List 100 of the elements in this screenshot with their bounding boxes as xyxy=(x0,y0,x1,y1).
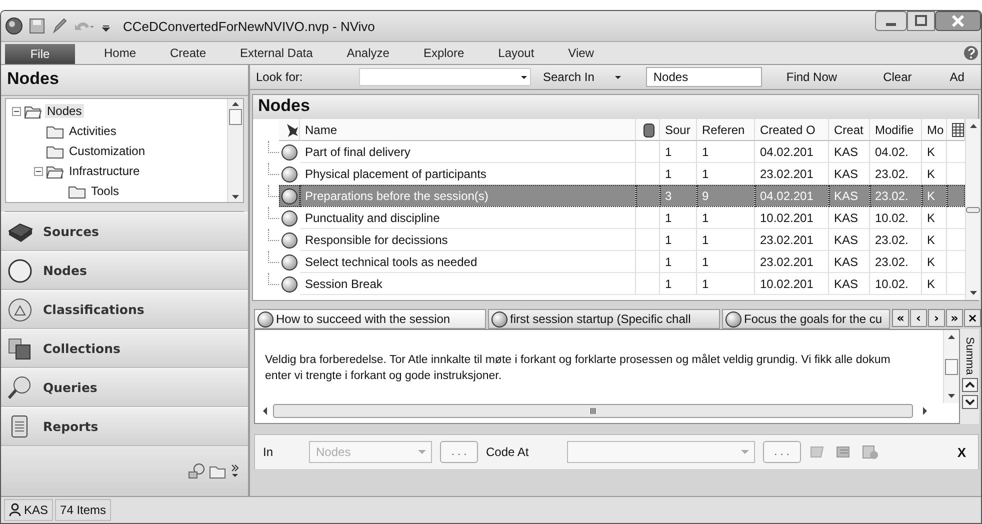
maximize-button[interactable] xyxy=(907,11,935,31)
column-header[interactable]: Created O xyxy=(755,119,829,141)
nav-section[interactable]: Sources xyxy=(43,224,99,239)
column-header[interactable]: Sour xyxy=(660,119,697,141)
tree-item[interactable]: Activities xyxy=(67,124,118,138)
save-icon[interactable] xyxy=(29,18,45,34)
scroll-right-icon[interactable] xyxy=(921,406,929,416)
pin-icon[interactable] xyxy=(284,122,299,138)
tree-item[interactable]: Customization xyxy=(67,144,148,158)
node-icon xyxy=(281,188,298,204)
more-icon[interactable] xyxy=(230,463,240,479)
nav-section[interactable]: Collections xyxy=(43,341,120,356)
folder-icon xyxy=(24,104,42,118)
sphere-icon xyxy=(7,258,33,284)
query-icon[interactable] xyxy=(188,463,206,479)
folder-icon xyxy=(46,164,64,178)
reference-text: Veldig bra forberedelse. Tor Atle innkalte til møte i forkant og forklarte prosessen og målet veldig grundig. Vi fikk alle dokum enter vi trengte i forkant og gode instruksjoner. xyxy=(264,352,892,384)
scroll-thumb[interactable] xyxy=(945,358,958,374)
table-cell: K xyxy=(922,273,947,295)
grid-icon[interactable] xyxy=(952,122,964,136)
table-cell: 10.02. xyxy=(870,273,922,295)
column-header[interactable]: Referen xyxy=(697,119,755,141)
tree-line xyxy=(268,273,279,285)
close-button[interactable]: × xyxy=(964,309,981,327)
scroll-thumb[interactable] xyxy=(229,109,242,125)
table-cell[interactable]: Responsible for decissions xyxy=(300,229,636,251)
file-button[interactable]: File xyxy=(5,44,75,64)
tree-item[interactable]: Infrastructure xyxy=(67,164,142,178)
next-button[interactable]: › xyxy=(928,309,945,327)
ribbon-tab[interactable]: Explore xyxy=(394,42,464,64)
table-cell: 10.02. xyxy=(870,207,922,229)
column-header[interactable]: Modifie xyxy=(870,119,922,141)
clear-button[interactable]: Clear xyxy=(883,70,912,84)
look-for-field[interactable] xyxy=(359,68,531,86)
table-cell: K xyxy=(922,207,947,229)
table-cell: 23.02. xyxy=(870,251,922,273)
node-icon xyxy=(257,310,274,328)
folder-icon xyxy=(46,124,64,138)
column-header[interactable]: Mo xyxy=(922,119,947,141)
column-header[interactable]: Creat xyxy=(829,119,870,141)
advanced-find-button[interactable]: Ad xyxy=(950,70,964,84)
search-in-field[interactable]: Nodes xyxy=(646,67,762,87)
pencil-icon[interactable] xyxy=(51,18,67,34)
dropdown-arrow-icon xyxy=(417,448,428,456)
user-icon xyxy=(9,503,21,517)
nav-section[interactable]: Nodes xyxy=(43,263,87,278)
scroll-up-button[interactable] xyxy=(962,378,978,392)
scroll-left-icon[interactable] xyxy=(261,406,269,416)
ribbon-tab[interactable]: Create xyxy=(141,42,206,64)
minimize-button[interactable] xyxy=(875,11,907,31)
table-cell[interactable]: Session Break xyxy=(300,273,636,295)
table-cell: 04.02.201 xyxy=(755,185,829,207)
scroll-thumb[interactable] xyxy=(966,206,980,212)
browse-button[interactable]: . . . xyxy=(762,441,801,463)
find-now-button[interactable]: Find Now xyxy=(786,70,838,84)
table-cell: 1 xyxy=(697,273,755,295)
nav-section[interactable]: Reports xyxy=(43,419,98,434)
scroll-down-button[interactable] xyxy=(962,394,978,409)
document-tab[interactable]: Focus the goals for the cu xyxy=(722,309,890,329)
table-cell: 1 xyxy=(697,251,755,273)
document-tab[interactable]: first session startup (Specific chall xyxy=(488,309,720,329)
close-button[interactable] xyxy=(935,11,981,31)
ribbon-tab[interactable]: External Data xyxy=(211,42,313,64)
table-cell: 1 xyxy=(697,229,755,251)
search-in-button[interactable]: Search In xyxy=(543,70,594,84)
folder-icon[interactable] xyxy=(209,464,227,478)
table-cell: KAS xyxy=(829,185,870,207)
document-code-icon[interactable] xyxy=(860,444,879,460)
collapse-toggle[interactable] xyxy=(34,166,43,176)
table-cell: 10.02.201 xyxy=(755,207,829,229)
tree-item[interactable]: Tools xyxy=(89,184,122,198)
ribbon-tab[interactable]: Layout xyxy=(469,42,534,64)
ribbon-tab[interactable]: View xyxy=(539,42,594,64)
close-button[interactable]: X xyxy=(957,444,966,460)
browse-button[interactable]: . . . xyxy=(440,441,478,463)
first-button[interactable]: « xyxy=(892,309,909,327)
node-icon xyxy=(281,232,298,248)
ribbon-tab[interactable]: Home xyxy=(75,42,136,64)
table-cell: 23.02. xyxy=(870,229,922,251)
previous-button[interactable]: ‹ xyxy=(910,309,927,327)
node-icon xyxy=(281,210,298,226)
column-header[interactable]: Name xyxy=(300,119,636,141)
scroll-thumb[interactable] xyxy=(273,404,913,418)
table-cell xyxy=(636,207,660,229)
folder-icon xyxy=(46,144,64,158)
nav-section[interactable]: Classifications xyxy=(43,302,144,317)
document-tab[interactable]: How to succeed with the session xyxy=(254,309,486,329)
table-cell[interactable]: Part of final delivery xyxy=(300,141,636,163)
table-cell: 1 xyxy=(660,273,697,295)
ribbon-tab[interactable]: Analyze xyxy=(318,42,390,64)
nav-section[interactable]: Queries xyxy=(43,380,98,395)
tree-item[interactable]: Nodes xyxy=(45,104,84,118)
table-cell: 1 xyxy=(660,141,697,163)
folder-icon xyxy=(68,184,86,198)
table-cell[interactable]: Punctuality and discipline xyxy=(300,207,636,229)
collapse-toggle[interactable] xyxy=(12,106,21,116)
last-button[interactable]: » xyxy=(946,309,963,327)
table-cell: 1 xyxy=(660,207,697,229)
table-cell[interactable]: Select technical tools as needed xyxy=(300,251,636,273)
help-icon[interactable] xyxy=(963,45,979,61)
